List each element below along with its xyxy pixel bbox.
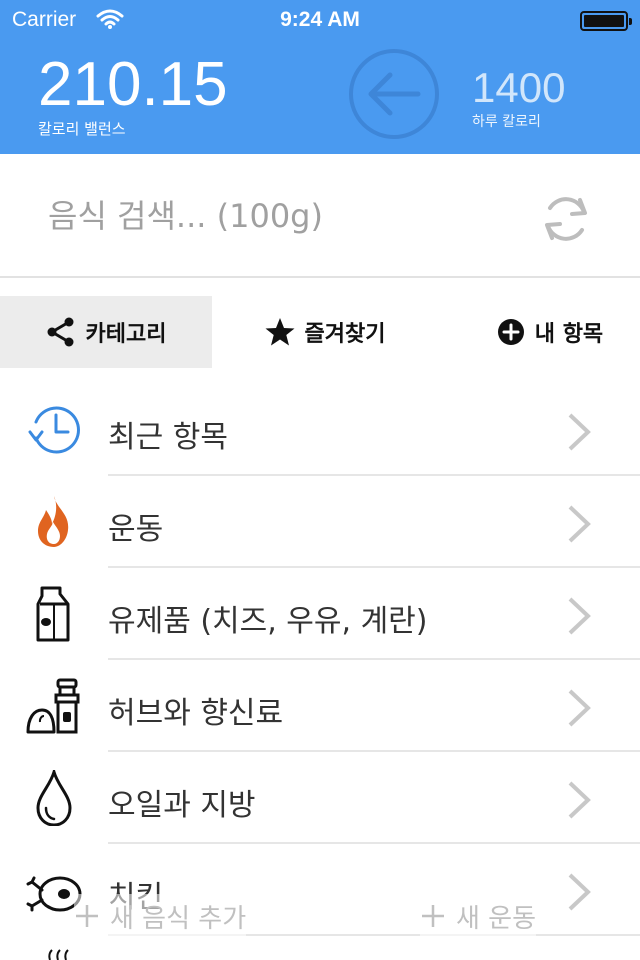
food-search-input[interactable]	[48, 190, 508, 242]
back-arrow-icon[interactable]	[348, 48, 440, 140]
add-exercise-label: 새 운동	[456, 903, 537, 934]
list-item-label: 오일과 지방	[108, 788, 256, 823]
oil-drop-icon	[36, 770, 72, 826]
category-tabs: 카테고리 즐겨찾기 내 항목	[0, 296, 640, 368]
refresh-icon[interactable]	[540, 192, 592, 246]
list-item-herbs[interactable]: 허브와 향신료	[0, 660, 640, 752]
chevron-right-icon	[568, 689, 591, 727]
list-item-exercise[interactable]: 운동	[0, 476, 640, 568]
tab-favorites-label: 즐겨찾기	[304, 322, 386, 347]
daily-calorie-label: 하루 칼로리	[472, 114, 541, 130]
milk-carton-icon	[36, 586, 70, 642]
calorie-balance-label: 칼로리 밸런스	[38, 120, 126, 138]
plus-icon	[422, 905, 444, 927]
list-item-label: 운동	[108, 512, 164, 547]
tab-my-items-label: 내 항목	[534, 322, 604, 347]
add-exercise-button[interactable]: 새 운동	[420, 894, 537, 938]
list-item-label: 유제품 (치즈, 우유, 계란)	[108, 604, 428, 639]
battery-icon	[580, 11, 632, 31]
steam-icon	[48, 949, 69, 960]
calorie-balance-value: 210.15	[38, 50, 228, 119]
status-time: 9:24 AM	[280, 8, 360, 31]
clock-history-icon	[28, 406, 80, 454]
list-item-label: 최근 항목	[108, 420, 228, 455]
spice-grinder-icon	[26, 678, 80, 734]
list-item-recent[interactable]: 최근 항목	[0, 384, 640, 476]
chevron-right-icon	[568, 873, 591, 911]
chevron-right-icon	[568, 505, 591, 543]
add-food-label: 새 음식 추가	[110, 903, 247, 934]
daily-calorie-value: 1400	[472, 64, 566, 111]
add-food-button[interactable]: 새 음식 추가	[74, 894, 247, 938]
plus-icon	[76, 905, 98, 927]
chevron-right-icon	[568, 597, 591, 635]
chevron-right-icon	[568, 413, 591, 451]
star-icon	[265, 318, 295, 346]
plus-circle-icon	[497, 319, 524, 345]
chevron-right-icon	[568, 781, 591, 819]
flame-icon	[38, 496, 69, 547]
tab-categories-label: 카테고리	[85, 322, 167, 347]
tab-categories[interactable]: 카테고리	[0, 296, 212, 368]
list-item-dairy[interactable]: 유제품 (치즈, 우유, 계란)	[0, 568, 640, 660]
calorie-header: Carrier 9:24 AM 210.15 칼로리 밸런스 1400 하루 칼…	[0, 0, 640, 154]
list-item-label: 허브와 향신료	[108, 696, 284, 731]
share-icon	[47, 317, 74, 347]
tab-my-items[interactable]: 내 항목	[480, 296, 620, 368]
status-bar: Carrier 9:24 AM	[0, 0, 640, 40]
list-item-oils[interactable]: 오일과 지방	[0, 752, 640, 844]
tab-favorites[interactable]: 즐겨찾기	[240, 296, 410, 368]
